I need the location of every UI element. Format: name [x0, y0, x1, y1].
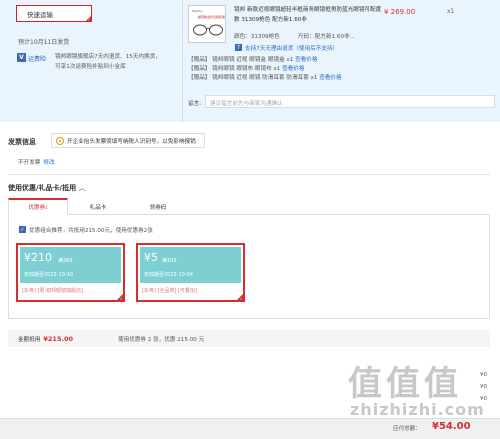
gift-prefix: 【赠品】	[188, 66, 211, 72]
coupon-validity: 有效期至2023-10-04	[144, 272, 194, 278]
watermark-url: zhizhizhi.com	[350, 400, 485, 419]
delivery-estimate: 预计10月11日发货	[18, 39, 70, 46]
check-icon: ✓	[239, 296, 243, 301]
message-label: 留言:	[188, 101, 202, 107]
summary-value: ¥0	[480, 372, 488, 378]
chevron-up-icon: ︿	[78, 184, 86, 192]
coupon-tags: [东券] [限:镜邦眼镜旗舰店]	[22, 288, 84, 294]
check-icon: ✓	[119, 296, 123, 301]
divider	[8, 174, 490, 175]
gift-item: 【赠品】 镜邦眼镜 近视 眼镜 防滑耳套 防滑耳套 x1 查看价格	[188, 73, 342, 81]
express-shipping-label: 快速运输	[27, 10, 53, 19]
coupon-tabs: 优惠券 2 礼品卡 领劵码	[8, 198, 490, 215]
coupon-heading-text: 使用优惠/礼品卡/抵用	[8, 184, 77, 192]
color-spec: 颜色：31309枪色	[234, 34, 280, 40]
message-input[interactable]: 建议留言前先与商家沟通确认	[205, 95, 495, 108]
invoice-edit-link[interactable]: 修改	[43, 160, 54, 166]
tab-coupons-label: 优惠券	[28, 205, 46, 211]
total-label: 应付总额：	[393, 426, 421, 432]
product-quantity: x1	[447, 8, 455, 15]
coupon-tags: [东券] [全品类] [可叠加]	[142, 288, 197, 294]
invoice-option[interactable]: 开企业抬头发票须填写纳税人识别号，以免影响报销	[51, 133, 205, 148]
gift-prefix: 【赠品】	[188, 57, 211, 63]
glasses-icon	[193, 24, 223, 36]
product-image[interactable]: PayPen 超轻防蓝光近视镜架	[188, 5, 226, 43]
coupon-face: ¥210 满269 有效期至2023-10-10	[20, 247, 121, 283]
gift-price-link[interactable]: 查看价格	[319, 75, 341, 81]
watermark-logo: 值值值	[348, 364, 462, 404]
gift-price-link[interactable]: 查看价格	[282, 66, 304, 72]
payment-bar	[0, 418, 500, 439]
invoice-status-text: 不开发票	[18, 160, 41, 166]
product-title[interactable]: 镜邦 新款近视眼镜超轻半框商务眼镜框男防蓝光眼镜可配度数 31309枪色 配方新…	[234, 6, 384, 25]
tab-coupon-code[interactable]: 领劵码	[128, 198, 188, 215]
shipping-insurance-icon: V	[17, 53, 26, 62]
coupon-condition: 满269	[58, 258, 73, 264]
gift-text: 镜邦眼镜 近视 眼镜盒 眼镜盒 x1	[212, 57, 294, 63]
coupon-validity: 有效期至2023-10-10	[24, 272, 74, 278]
discount-value: ¥215.00	[43, 334, 73, 343]
tip-bulb-icon	[56, 136, 64, 145]
product-image-brand: PayPen	[192, 9, 203, 13]
tab-coupons[interactable]: 优惠券 2	[8, 198, 68, 215]
coupon-heading[interactable]: 使用优惠/礼品卡/抵用 ︿	[8, 183, 86, 193]
gift-text: 镜邦眼镜 近视 眼镜 防滑耳套 防滑耳套 x1	[212, 75, 318, 81]
invoice-heading: 发票信息	[8, 138, 36, 146]
coupon-card[interactable]: ¥210 满269 有效期至2023-10-10 [东券] [限:镜邦眼镜旗舰店…	[16, 243, 125, 302]
gift-text: 镜邦眼镜 眼镜布 眼镜布 x1	[212, 66, 281, 72]
invoice-status: 不开发票 修改	[18, 158, 55, 166]
gift-price-link[interactable]: 查看价格	[295, 57, 317, 63]
watermark: 值值值 zhizhizhi.com	[336, 356, 496, 426]
summary-value: ¥0	[480, 384, 488, 390]
optimal-combo-text: 优惠组合推荐，共抵用215.00元，使用优惠券2张	[29, 228, 153, 234]
return-policy-text[interactable]: 支持7天无理由退货（使用后不支持）	[245, 44, 338, 52]
express-shipping-option[interactable]: 快速运输 ✓	[16, 5, 92, 22]
discount-summary: 金额抵用 ¥215.00 使用优惠券 2 张，优惠 215.00 元	[8, 330, 490, 347]
product-image-caption: 超轻防蓝光近视镜架	[198, 15, 226, 19]
gift-item: 【赠品】 镜邦眼镜 眼镜布 眼镜布 x1 查看价格	[188, 64, 305, 72]
optimal-combo-checkbox[interactable]: ✓	[19, 226, 26, 233]
gift-prefix: 【赠品】	[188, 75, 211, 81]
discount-note: 使用优惠券 2 张，优惠 215.00 元	[118, 336, 205, 343]
coupon-card[interactable]: ¥5 满105 有效期至2023-10-04 [东券] [全品类] [可叠加] …	[136, 243, 245, 302]
coupon-amount: ¥210	[24, 251, 52, 264]
return-policy-icon: 7	[235, 44, 242, 51]
coupon-condition: 满105	[162, 258, 177, 264]
tab-gift-card[interactable]: 礼品卡	[68, 198, 128, 215]
check-icon: ✓	[87, 17, 91, 22]
coupon-face: ¥5 满105 有效期至2023-10-04	[140, 247, 241, 283]
summary-value: ¥0	[480, 396, 488, 402]
product-price: ¥ 269.00	[384, 8, 416, 16]
gift-item: 【赠品】 镜邦眼镜 近视 眼镜盒 眼镜盒 x1 查看价格	[188, 55, 317, 63]
total-value: ¥54.00	[432, 421, 471, 432]
coupon-amount: ¥5	[144, 251, 158, 264]
lens-spec: 尺码：配方新1.60非...	[298, 34, 355, 40]
shipping-insurance-text: 镜邦眼镜旗舰店7天内退货、15天内换货，可享1次运费险补贴到小金库	[55, 54, 161, 70]
shipping-insurance-link[interactable]: 运费险	[28, 54, 46, 63]
discount-label: 金额抵用	[18, 336, 41, 343]
invoice-option-text: 开企业抬头发票须填写纳税人识别号，以免影响报销	[67, 138, 196, 145]
tab-coupons-badge: 2	[45, 204, 48, 210]
